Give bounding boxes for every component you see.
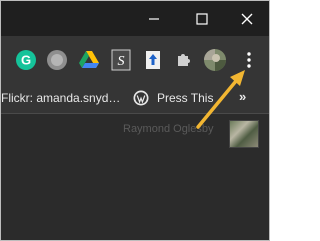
bookmarks-bar: Flickr: amanda.snyd… Press This » — [1, 84, 269, 114]
upload-icon — [146, 51, 160, 69]
minimize-button[interactable] — [131, 1, 176, 36]
chrome-menu-button[interactable] — [237, 48, 261, 72]
upload-extension-button[interactable] — [141, 48, 165, 72]
extensions-button[interactable] — [172, 48, 196, 72]
grammarly-extension-button[interactable]: G — [14, 48, 38, 72]
browser-window: G S Flickr: amanda.snyd… Press This » Ra… — [0, 0, 270, 241]
browser-toolbar: G S — [1, 36, 269, 84]
script-s-icon: S — [111, 49, 131, 71]
gray-circle-extension-button[interactable] — [45, 48, 69, 72]
close-icon — [241, 13, 252, 24]
profile-thumbnail[interactable] — [229, 120, 259, 148]
title-bar — [1, 1, 269, 36]
maximize-icon — [195, 12, 208, 25]
puzzle-icon — [178, 54, 190, 66]
maximize-button[interactable] — [179, 1, 224, 36]
bookmarks-overflow-button[interactable]: » — [239, 89, 246, 104]
wordpress-icon — [133, 90, 149, 106]
photo-credit: Raymond Oglesby — [123, 123, 214, 135]
avatar — [204, 49, 226, 71]
page-content: Raymond Oglesby — [1, 114, 269, 240]
script-extension-button[interactable]: S — [109, 48, 133, 72]
close-button[interactable] — [224, 1, 269, 36]
minimize-icon — [148, 17, 159, 20]
three-dot-menu-icon — [247, 52, 251, 68]
bookmark-flickr[interactable]: Flickr: amanda.snyd… — [1, 91, 120, 105]
bookmark-press-this[interactable]: Press This — [157, 91, 213, 105]
grammarly-icon: G — [16, 50, 36, 70]
svg-text:G: G — [21, 53, 31, 68]
gray-circle-icon — [47, 50, 67, 70]
google-drive-extension-button[interactable] — [77, 48, 101, 72]
profile-button[interactable] — [203, 48, 227, 72]
google-drive-icon — [79, 51, 99, 68]
svg-text:S: S — [118, 54, 125, 69]
